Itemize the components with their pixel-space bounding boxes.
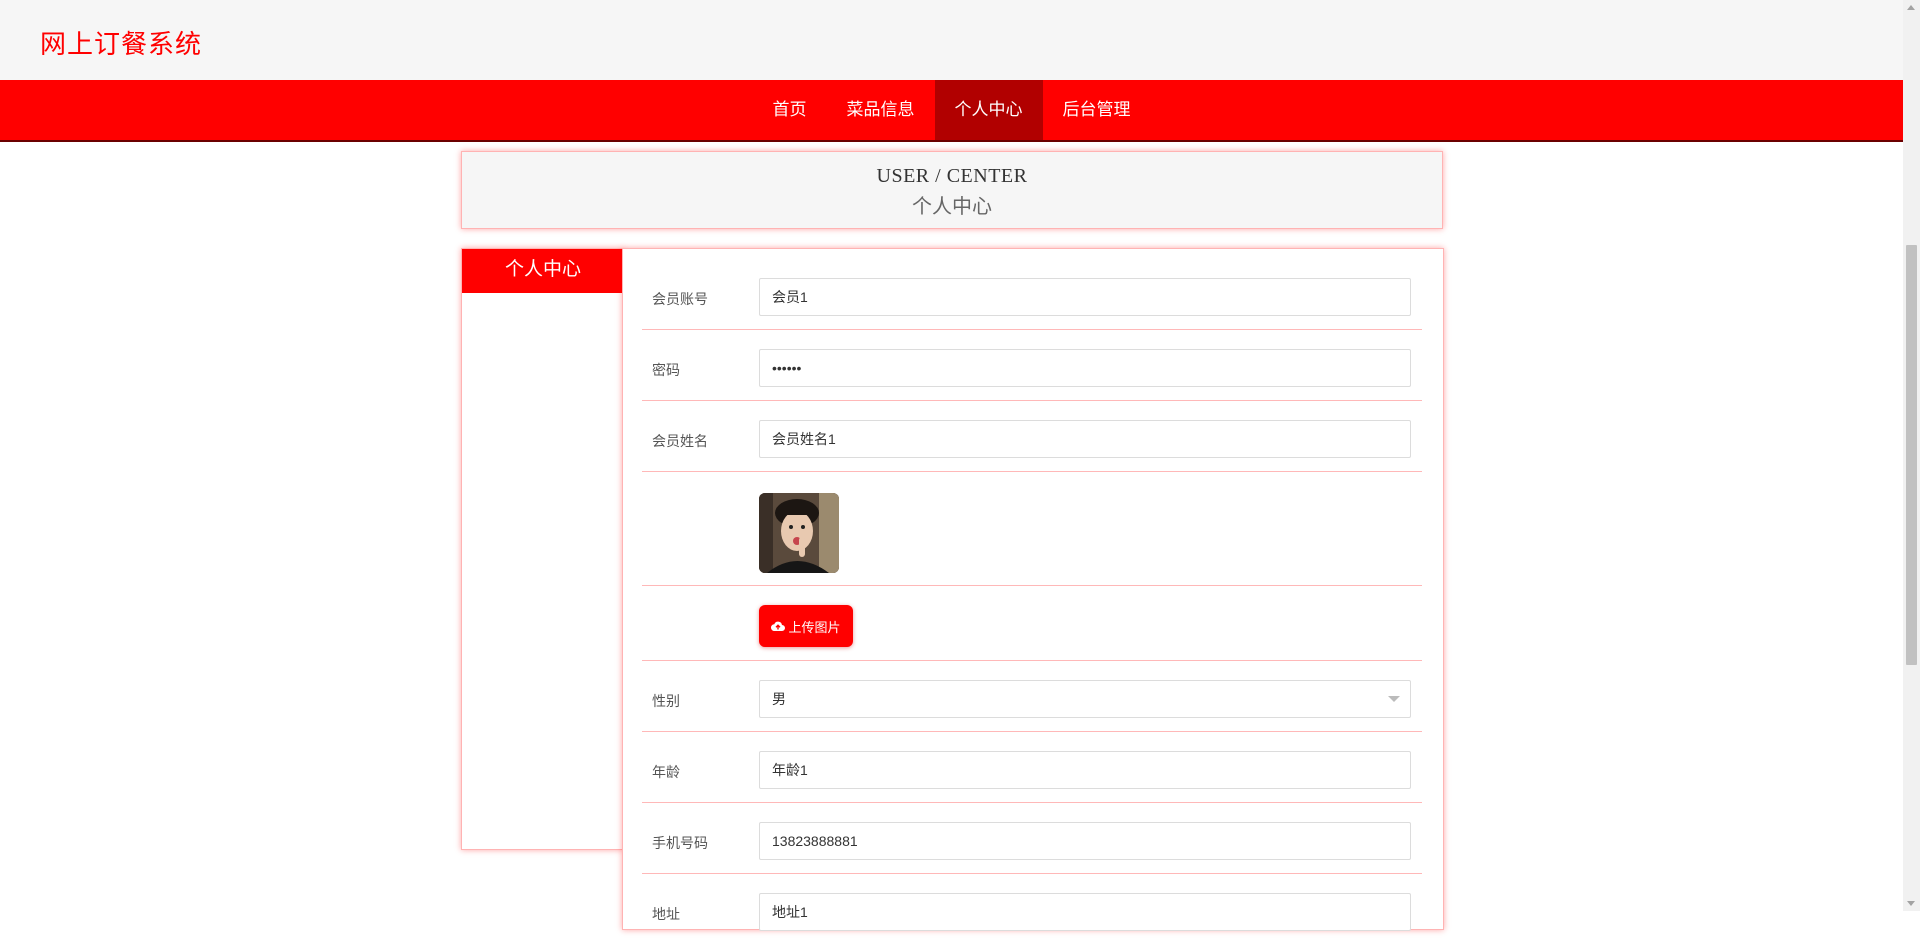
page-title-cn: 个人中心 [912, 196, 992, 218]
chevron-down-icon [1388, 696, 1400, 702]
account-label: 会员账号 [652, 291, 708, 307]
upload-image-button[interactable]: 上传图片 [759, 605, 853, 647]
sidebar-item-user-center[interactable]: 个人中心 [462, 249, 624, 293]
page-title-en: USER / CENTER [876, 165, 1028, 187]
avatar-photo-icon [759, 493, 839, 573]
account-input[interactable]: 会员1 [759, 278, 1411, 316]
name-label: 会员姓名 [652, 433, 708, 449]
nav-item-admin[interactable]: 后台管理 [1043, 80, 1151, 140]
top-header: 网上订餐系统 [0, 0, 1903, 80]
nav-item-user-center[interactable]: 个人中心 [934, 80, 1043, 140]
form-row-gender: 性别 男 [642, 661, 1422, 732]
sidebar: 个人中心 [461, 248, 624, 850]
nav-item-home[interactable]: 首页 [753, 80, 827, 140]
form-row-password: 密码 •••••• [642, 330, 1422, 401]
form-row-address: 地址 地址1 [642, 874, 1422, 944]
address-input[interactable]: 地址1 [759, 893, 1411, 931]
scrollbar-thumb[interactable] [1906, 245, 1917, 665]
form-row-upload: 上传图片 [642, 586, 1422, 661]
site-title[interactable]: 网上订餐系统 [40, 24, 202, 61]
upload-button-label: 上传图片 [788, 619, 841, 635]
profile-form: 会员账号 会员1 密码 •••••• 会员姓名 会员姓名1 上传图片 性别 男 … [622, 248, 1444, 931]
form-row-phone: 手机号码 13823888881 [642, 803, 1422, 874]
form-row-avatar [642, 472, 1422, 586]
form-row-name: 会员姓名 会员姓名1 [642, 401, 1422, 472]
phone-input[interactable]: 13823888881 [759, 822, 1411, 860]
avatar-image [759, 493, 839, 573]
age-input[interactable]: 年龄1 [759, 751, 1411, 789]
phone-label: 手机号码 [652, 835, 708, 851]
form-row-account: 会员账号 会员1 [642, 249, 1422, 330]
gender-select[interactable]: 男 [759, 680, 1411, 718]
main-nav: 首页 菜品信息 个人中心 后台管理 [0, 80, 1903, 142]
scroll-down-icon[interactable] [1907, 901, 1915, 906]
age-label: 年龄 [652, 764, 680, 780]
gender-selected-value: 男 [772, 691, 786, 707]
page-title-banner: USER / CENTER 个人中心 [461, 151, 1443, 229]
address-label: 地址 [652, 906, 680, 922]
password-label: 密码 [652, 362, 680, 378]
name-input[interactable]: 会员姓名1 [759, 420, 1411, 458]
password-input[interactable]: •••••• [759, 349, 1411, 387]
form-row-age: 年龄 年龄1 [642, 732, 1422, 803]
cloud-upload-icon [771, 621, 786, 632]
gender-label: 性别 [652, 693, 680, 709]
nav-item-dishes[interactable]: 菜品信息 [827, 80, 935, 140]
page-scrollbar[interactable] [1903, 0, 1920, 911]
scroll-up-icon[interactable] [1907, 5, 1915, 10]
